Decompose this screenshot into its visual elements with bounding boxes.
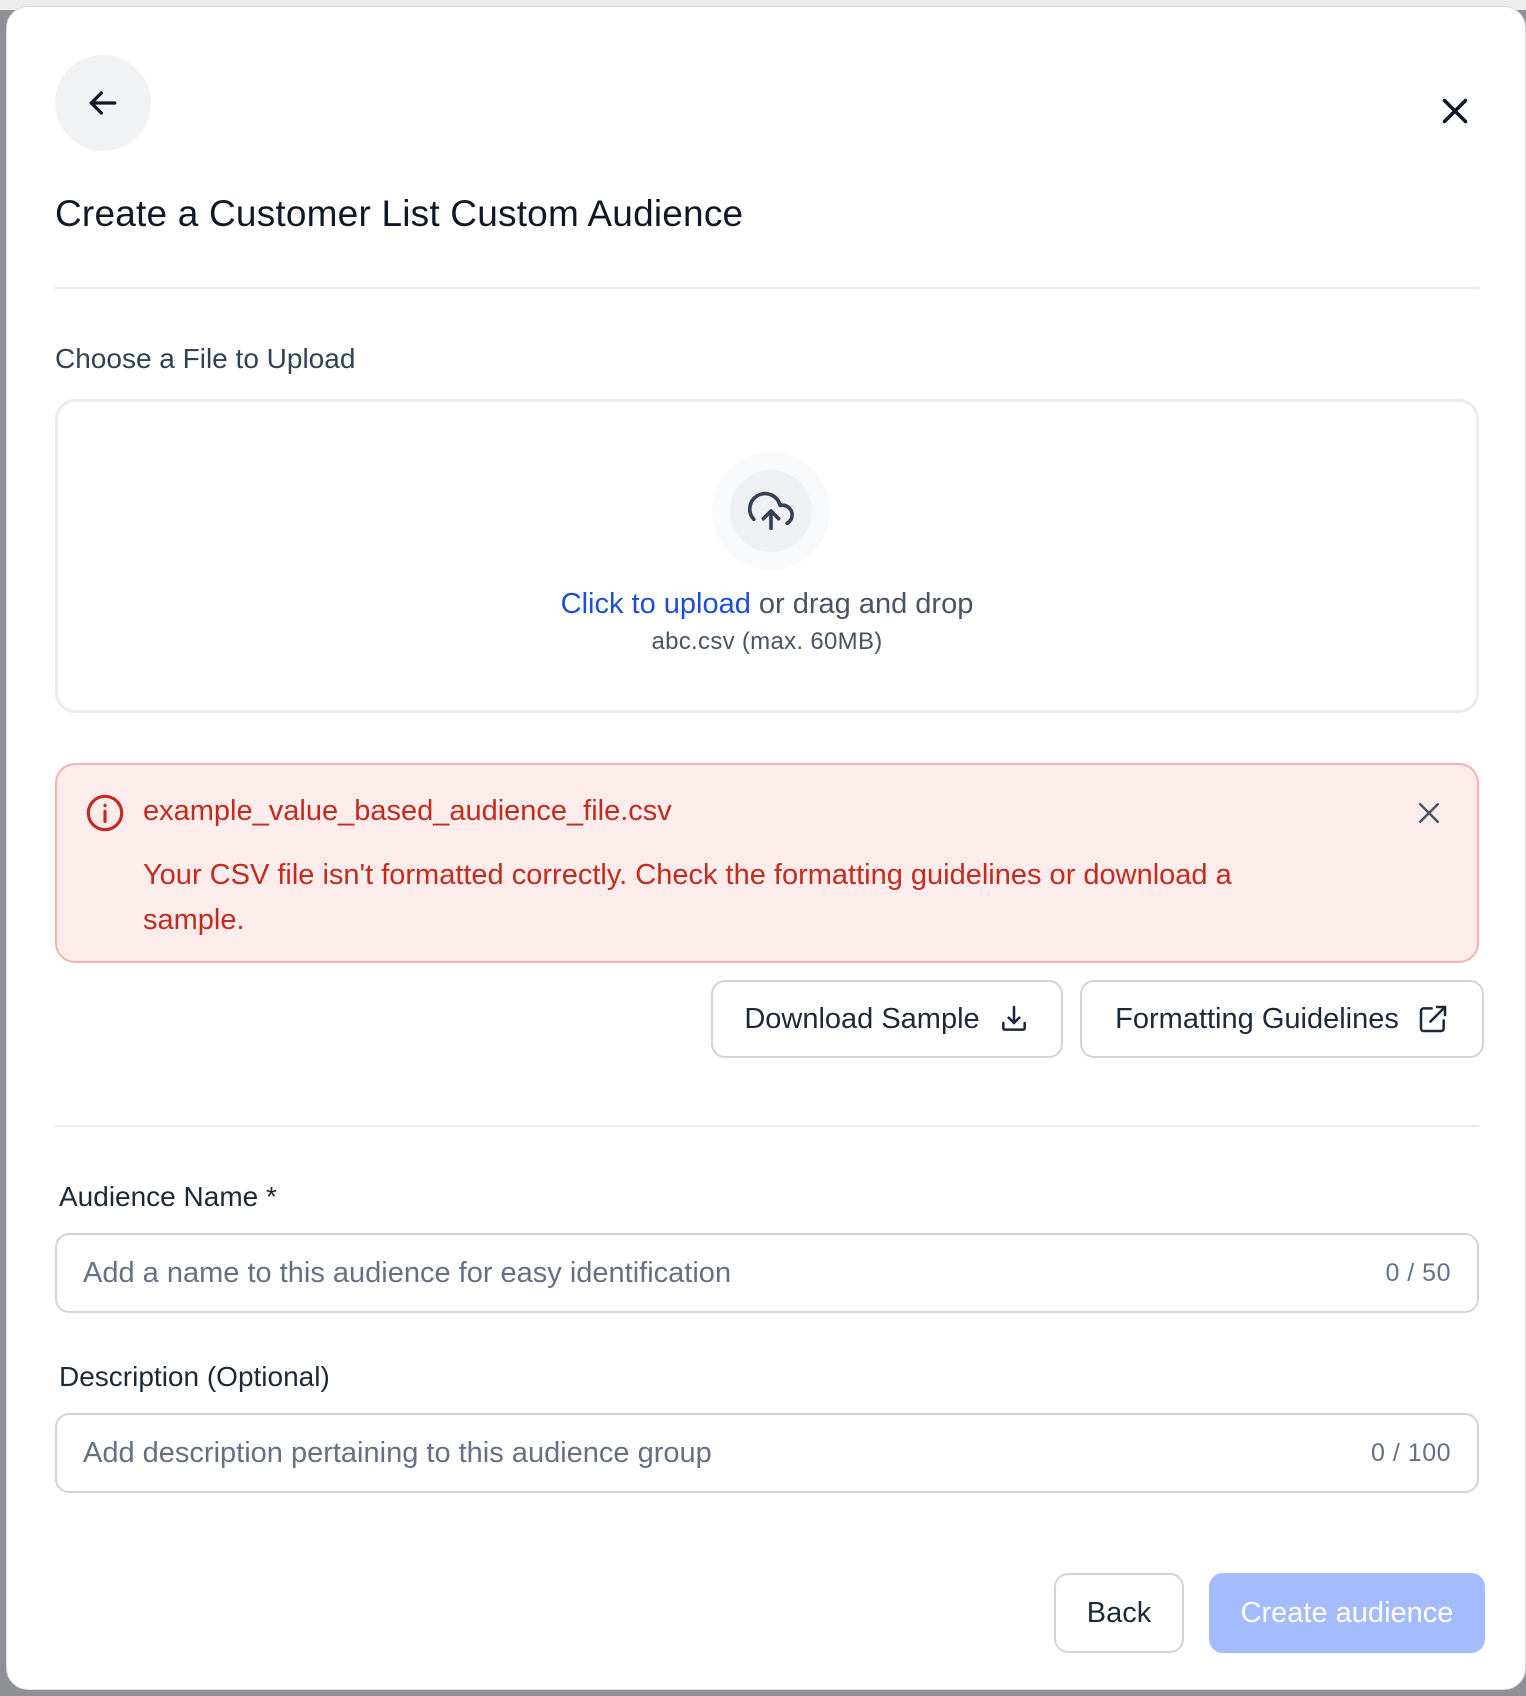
create-audience-button[interactable]: Create audience: [1209, 1573, 1485, 1653]
description-input[interactable]: [83, 1415, 1283, 1491]
close-modal-button[interactable]: [1427, 83, 1483, 139]
click-to-upload-link[interactable]: Click to upload: [561, 588, 751, 620]
audience-name-counter: 0 / 50: [1385, 1259, 1451, 1287]
drag-drop-text: or drag and drop: [750, 588, 974, 620]
alert-message: Your CSV file isn't formatted correctly.…: [143, 859, 1232, 936]
arrow-left-icon: [89, 91, 117, 115]
upload-section-label: Choose a File to Upload: [55, 343, 356, 374]
external-link-icon: [1419, 1005, 1447, 1033]
audience-name-field[interactable]: 0 / 50: [55, 1233, 1479, 1313]
download-sample-button[interactable]: Download Sample: [711, 980, 1063, 1058]
close-icon: [1419, 803, 1439, 823]
upload-icon-badge: [712, 452, 830, 570]
upload-cloud-icon: [748, 491, 794, 531]
alert-filename: example_value_based_audience_file.csv: [143, 795, 672, 827]
upload-instructions: Click to upload or drag and drop: [58, 588, 1476, 621]
formatting-guidelines-label: Formatting Guidelines: [1115, 1002, 1399, 1035]
alert-circle-icon: [86, 794, 124, 832]
error-alert: example_value_based_audience_file.csv Yo…: [55, 763, 1479, 963]
divider: [55, 287, 1479, 289]
audience-name-label: Audience Name *: [59, 1181, 277, 1212]
back-button[interactable]: Back: [1054, 1573, 1184, 1653]
description-counter: 0 / 100: [1371, 1439, 1451, 1467]
close-icon: [1442, 98, 1468, 124]
back-icon-button[interactable]: [55, 55, 151, 151]
formatting-guidelines-button[interactable]: Formatting Guidelines: [1080, 980, 1484, 1058]
description-label: Description (Optional): [59, 1361, 330, 1392]
dismiss-alert-button[interactable]: [1407, 791, 1451, 835]
description-field[interactable]: 0 / 100: [55, 1413, 1479, 1493]
download-icon: [1001, 1005, 1026, 1031]
divider: [55, 1125, 1479, 1127]
audience-name-input[interactable]: [83, 1235, 1283, 1311]
create-audience-modal: Create a Customer List Custom Audience C…: [6, 6, 1526, 1690]
download-sample-label: Download Sample: [744, 1002, 980, 1035]
modal-title: Create a Customer List Custom Audience: [55, 193, 744, 234]
file-dropzone[interactable]: Click to upload or drag and drop abc.csv…: [55, 399, 1479, 713]
upload-file-hint: abc.csv (max. 60MB): [651, 628, 883, 655]
